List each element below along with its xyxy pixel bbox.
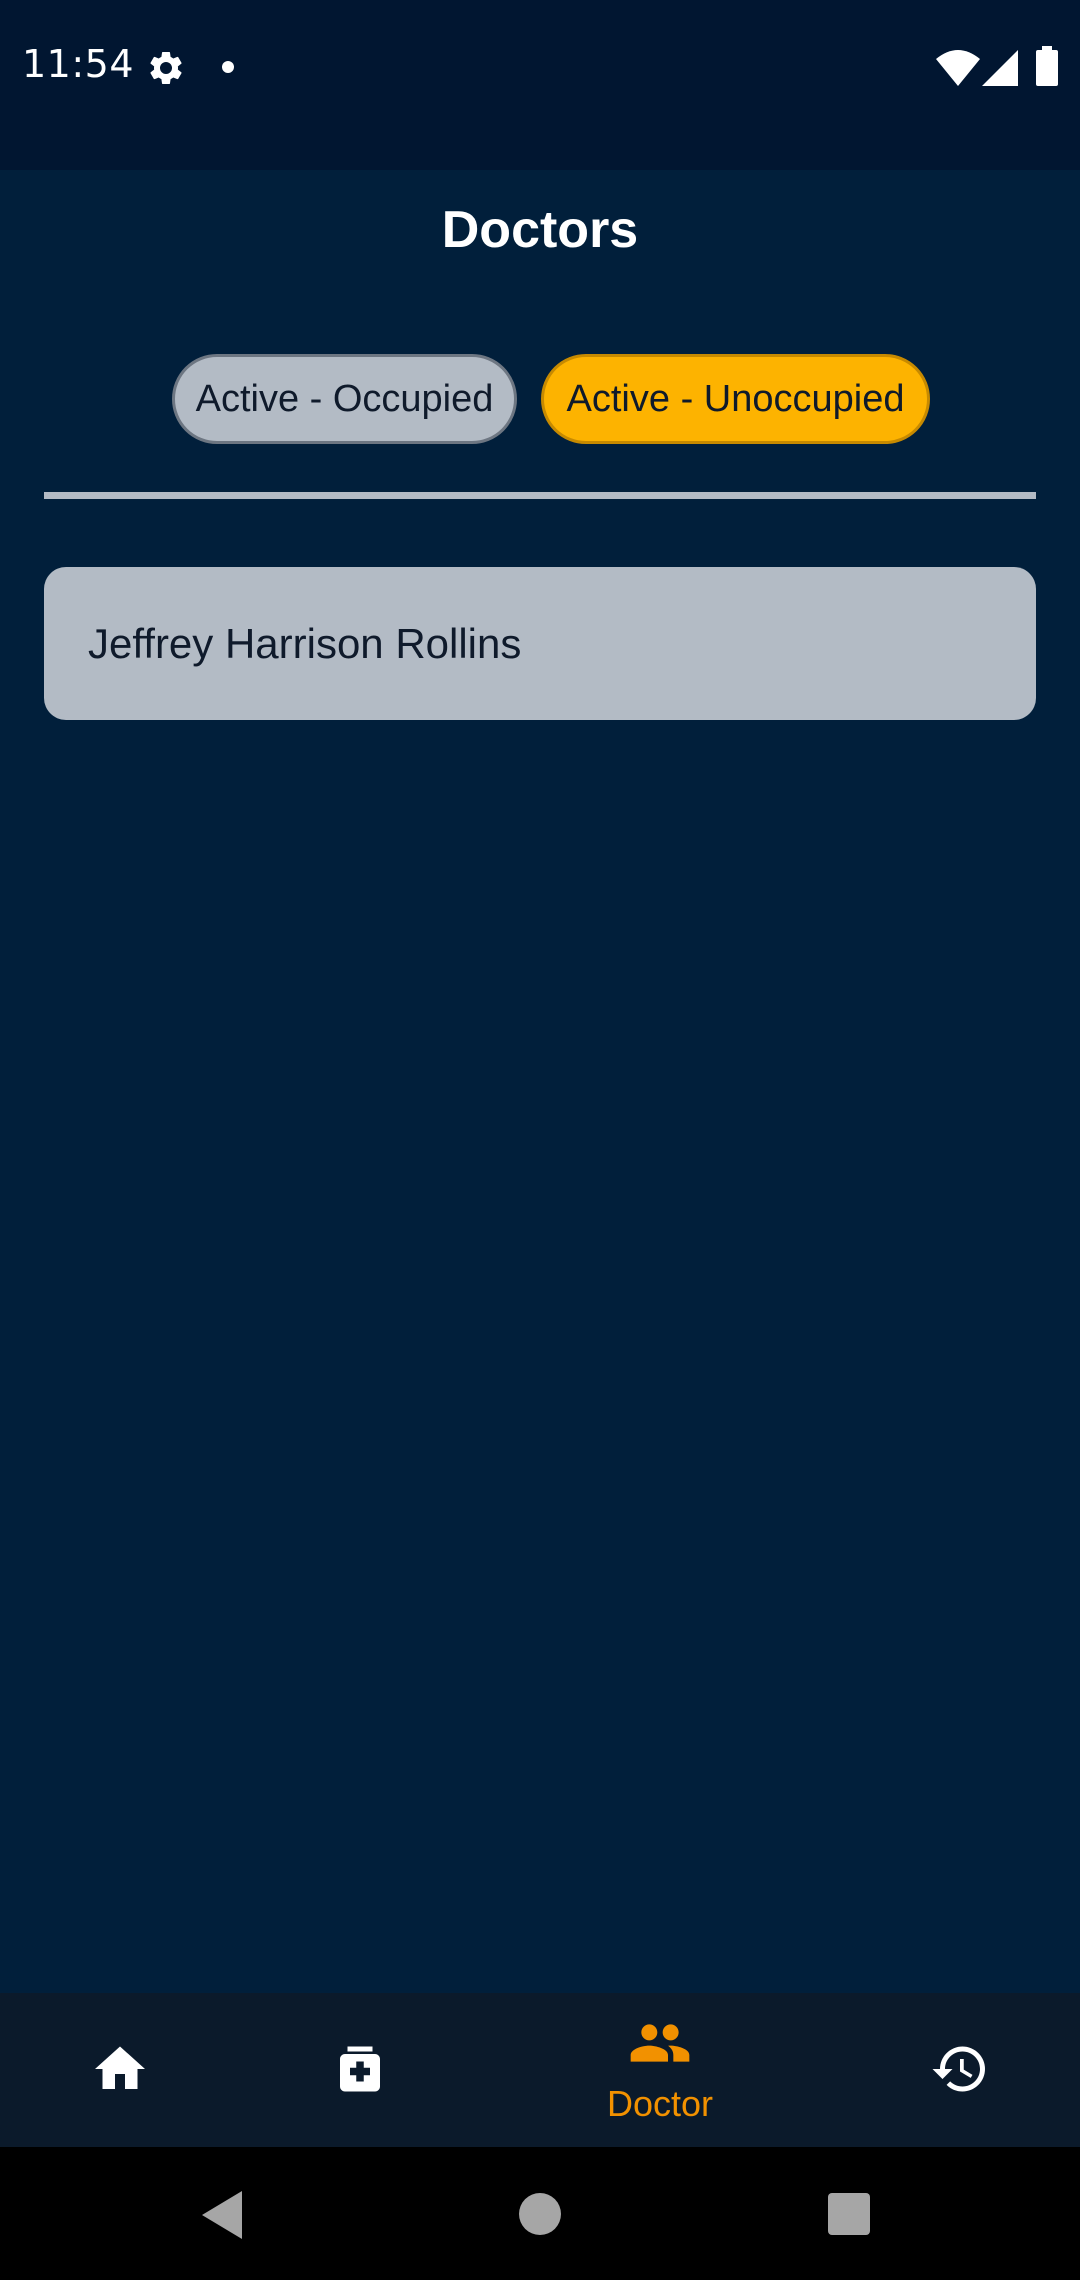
chip-label: Active - Occupied (195, 377, 494, 420)
battery-icon (1036, 46, 1058, 86)
doctor-name: Jeffrey Harrison Rollins (88, 619, 522, 667)
nav-item-history[interactable] (910, 1993, 1010, 2147)
doctors-icon (630, 2024, 690, 2062)
home-icon (95, 2046, 145, 2089)
doctor-list-item[interactable]: Jeffrey Harrison Rollins (44, 567, 1036, 720)
nav-item-home[interactable] (70, 1993, 170, 2147)
app-header: Doctors (0, 170, 1080, 290)
notification-dot-icon (222, 61, 234, 73)
back-icon[interactable] (202, 2191, 246, 2239)
nav-item-medicine[interactable] (310, 1993, 410, 2147)
chip-label: Active - Unoccupied (566, 377, 905, 420)
bottom-navigation: Doctor (0, 1993, 1080, 2147)
system-navigation-bar (0, 2147, 1080, 2280)
gear-icon (150, 51, 182, 84)
filter-chip-active-unoccupied[interactable]: Active - Unoccupied (541, 354, 930, 444)
nav-item-doctor[interactable]: Doctor (580, 1993, 740, 2147)
divider (44, 492, 1036, 499)
recents-square-icon[interactable] (828, 2193, 870, 2235)
status-time: 11:54 (22, 42, 135, 86)
filter-chip-active-occupied[interactable]: Active - Occupied (172, 354, 517, 444)
wifi-icon (936, 50, 980, 86)
home-circle-icon[interactable] (519, 2193, 561, 2235)
history-icon (932, 2046, 985, 2092)
signal-icon (982, 50, 1018, 86)
status-bar: 11:54 (0, 0, 1080, 170)
nav-label-doctor: Doctor (606, 2083, 714, 2124)
medicine-icon (340, 2046, 380, 2092)
page-title: Doctors (441, 201, 639, 259)
